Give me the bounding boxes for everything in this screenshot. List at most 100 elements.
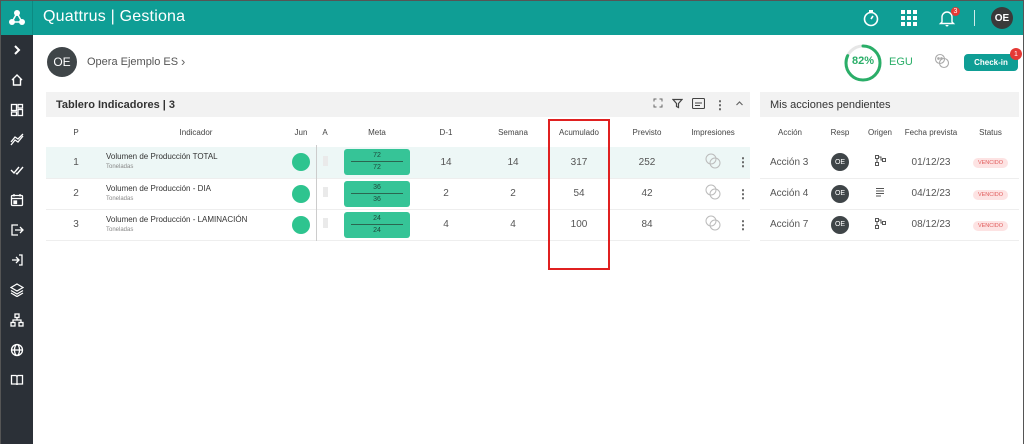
indicators-panel: Tablero Indicadores | 3 ⋮ P Indicador Ju… <box>46 92 750 282</box>
col-indicador: Indicador <box>179 127 213 137</box>
meta-pill[interactable]: 36 36 <box>344 180 410 207</box>
jun-cell <box>286 147 316 179</box>
avatar: OE <box>831 153 849 172</box>
notifications-bell-icon[interactable]: 3 <box>936 7 960 29</box>
impresiones-cell <box>690 178 736 210</box>
meta-divider <box>351 223 403 225</box>
more-options-icon[interactable]: ⋮ <box>714 98 726 112</box>
impressions-icon[interactable] <box>704 215 722 235</box>
jun-cell <box>286 178 316 210</box>
jun-cell <box>286 209 316 241</box>
chevron-right-icon[interactable]: › <box>181 54 185 69</box>
book-icon[interactable] <box>1 365 33 395</box>
status-dot[interactable] <box>292 215 310 234</box>
row-previsto: 42 <box>604 178 690 210</box>
expand-icon[interactable] <box>1 35 33 65</box>
indicator-name[interactable]: Volumen de Producción TOTAL <box>106 152 218 161</box>
row-d1: 2 <box>420 178 472 210</box>
status-dot[interactable] <box>292 153 310 172</box>
meta-divider <box>351 161 403 163</box>
table-row[interactable]: Acción 3 OE 01/12/23 VENCIDO <box>760 147 1019 179</box>
row-menu-icon[interactable]: ⋮ <box>737 218 749 232</box>
origen-cell <box>860 147 900 179</box>
col-status: Status <box>979 127 1002 137</box>
sidebar <box>1 35 33 444</box>
logout-icon[interactable] <box>1 215 33 245</box>
table-row[interactable]: Acción 4 OE 04/12/23 VENCIDO <box>760 178 1019 210</box>
action-date: 01/12/23 <box>900 147 962 179</box>
a-indicator <box>322 155 328 166</box>
apps-grid-icon[interactable] <box>898 7 920 29</box>
col-p: P <box>73 127 79 137</box>
org-name[interactable]: Opera Ejemplo ES <box>87 56 178 68</box>
meta-pill[interactable]: 24 24 <box>344 211 410 238</box>
a-cell <box>316 178 334 210</box>
table-row[interactable]: 1 Volumen de Producción TOTAL Toneladas 7… <box>46 147 750 179</box>
table-header-row: Acción Resp Origen Fecha prevista Status <box>760 117 1019 147</box>
action-date: 08/12/23 <box>900 209 962 241</box>
row-menu-icon[interactable]: ⋮ <box>737 187 749 201</box>
indicator-name[interactable]: Volumen de Producción - DIA <box>106 184 211 193</box>
flowchart-icon <box>874 217 886 232</box>
list-icon <box>875 187 885 201</box>
indicator-cell[interactable]: Volumen de Producción - LAMINACIÓN Tonela… <box>106 209 286 241</box>
collapse-icon[interactable] <box>735 99 744 111</box>
row-menu-icon[interactable]: ⋮ <box>737 155 749 169</box>
impressions-icon[interactable] <box>704 184 722 204</box>
indicator-cell[interactable]: Volumen de Producción - DIA Toneladas <box>106 178 286 210</box>
divider <box>974 10 975 26</box>
col-accion: Acción <box>777 127 802 137</box>
filter-icon[interactable] <box>671 98 684 112</box>
globe-icon[interactable] <box>1 335 33 365</box>
table-row[interactable]: Acción 7 OE 08/12/23 VENCIDO <box>760 209 1019 241</box>
col-meta: Meta <box>368 127 386 137</box>
check-double-icon[interactable] <box>1 155 33 185</box>
impresiones-cell <box>690 209 736 241</box>
layers-icon[interactable] <box>1 275 33 305</box>
dashboard-icon[interactable] <box>1 95 33 125</box>
action-name[interactable]: Acción 4 <box>760 178 820 210</box>
indicator-cell[interactable]: Volumen de Producción TOTAL Toneladas <box>106 147 286 179</box>
status-dot[interactable] <box>292 184 310 203</box>
table-row[interactable]: 2 Volumen de Producción - DIA Toneladas 3… <box>46 178 750 210</box>
masks-icon[interactable] <box>934 53 950 74</box>
indicator-unit: Toneladas <box>106 226 134 233</box>
action-name[interactable]: Acción 3 <box>760 147 820 179</box>
display-icon[interactable] <box>691 97 706 112</box>
table-header-row: P Indicador Jun A Meta D-1 Semana Acumul… <box>46 117 750 147</box>
notifications-badge: 3 <box>951 7 960 16</box>
status-cell: VENCIDO <box>962 178 1019 210</box>
score-percent: 82% <box>851 55 875 67</box>
expand-arrows-icon[interactable] <box>653 98 663 111</box>
avatar: OE <box>831 215 849 234</box>
a-cell <box>316 147 334 179</box>
actions-panel: Mis acciones pendientes Acción Resp Orig… <box>760 92 1019 282</box>
a-indicator <box>322 218 328 228</box>
exit-icon[interactable] <box>1 245 33 275</box>
table-row[interactable]: 3 Volumen de Producción - LAMINACIÓN Tone… <box>46 209 750 241</box>
logo-icon[interactable] <box>1 1 33 35</box>
row-d1: 14 <box>420 147 472 179</box>
row-semana: 14 <box>472 147 554 179</box>
meta-pill[interactable]: 72 72 <box>344 149 410 176</box>
indicator-name[interactable]: Volumen de Producción - LAMINACIÓN <box>106 215 247 224</box>
trend-icon[interactable] <box>1 125 33 155</box>
meta-target: 72 <box>373 152 381 160</box>
home-icon[interactable] <box>1 65 33 95</box>
org-avatar[interactable]: OE <box>47 47 77 77</box>
calendar-icon[interactable] <box>1 185 33 215</box>
user-avatar[interactable]: OE <box>991 7 1013 29</box>
stopwatch-icon[interactable] <box>860 7 882 29</box>
kebab-cell: ⋮ <box>736 147 750 179</box>
meta-actual: 72 <box>373 164 381 172</box>
main-content: OE Opera Ejemplo ES › 82% EGU Check-in 1… <box>33 35 1023 444</box>
origen-cell <box>860 178 900 210</box>
impressions-icon[interactable] <box>704 153 722 173</box>
col-resp: Resp <box>830 127 850 137</box>
row-p: 3 <box>46 209 106 241</box>
row-semana: 4 <box>472 209 554 241</box>
actions-table: Acción Resp Origen Fecha prevista Status… <box>760 117 1019 241</box>
action-name[interactable]: Acción 7 <box>760 209 820 241</box>
row-previsto: 84 <box>604 209 690 241</box>
org-chart-icon[interactable] <box>1 305 33 335</box>
